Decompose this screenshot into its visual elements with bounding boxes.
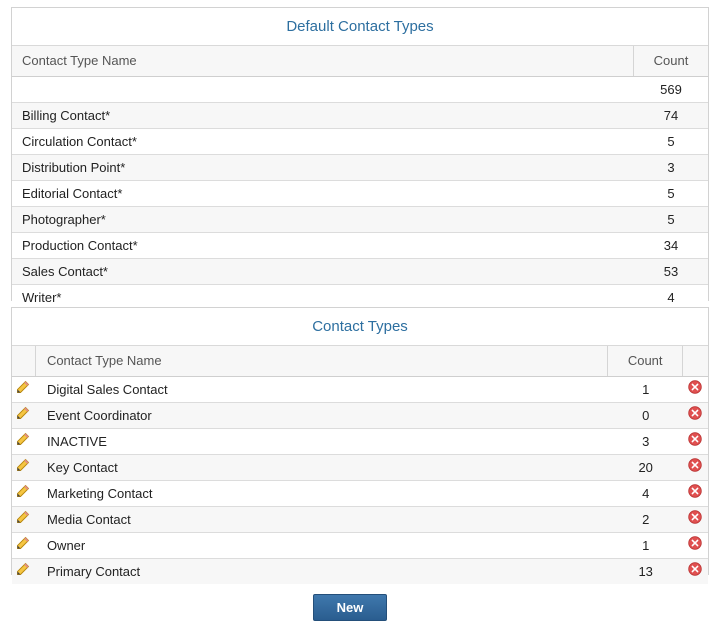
table-row: Billing Contact* 74 xyxy=(12,103,708,129)
delete-icon[interactable] xyxy=(688,562,702,576)
table-row: Event Coordinator 0 xyxy=(12,403,708,429)
contact-type-name: Primary Contact xyxy=(46,564,141,579)
delete-icon[interactable] xyxy=(688,406,702,420)
pencil-icon[interactable] xyxy=(16,562,30,576)
pencil-icon[interactable] xyxy=(16,406,30,420)
contact-type-count: 1 xyxy=(642,382,650,397)
delete-icon[interactable] xyxy=(688,536,702,550)
default-contact-types-panel: Default Contact Types Contact Type Name … xyxy=(11,7,709,310)
pencil-icon[interactable] xyxy=(16,432,30,446)
edit-button[interactable] xyxy=(12,507,36,532)
contact-type-count: 34 xyxy=(663,238,679,253)
contact-type-name: Production Contact* xyxy=(22,238,138,253)
contact-type-name: Editorial Contact* xyxy=(22,186,123,201)
header-contact-type-name[interactable]: Contact Type Name xyxy=(36,346,609,376)
contact-type-count: 1 xyxy=(642,538,650,553)
pencil-icon[interactable] xyxy=(16,536,30,550)
pencil-icon[interactable] xyxy=(16,484,30,498)
new-button[interactable]: New xyxy=(313,594,387,621)
header-contact-type-name[interactable]: Contact Type Name xyxy=(12,46,634,76)
table-row: Production Contact* 34 xyxy=(12,233,708,259)
contact-types-table-body: Digital Sales Contact 1 Event Coordinato… xyxy=(12,377,708,584)
contact-type-count: 53 xyxy=(663,264,679,279)
default-table-header: Contact Type Name Count xyxy=(12,46,708,77)
contact-type-count: 0 xyxy=(642,408,650,423)
delete-button[interactable] xyxy=(683,377,708,402)
edit-button[interactable] xyxy=(12,533,36,558)
delete-button[interactable] xyxy=(683,481,708,506)
pencil-icon[interactable] xyxy=(16,458,30,472)
table-row: Key Contact 20 xyxy=(12,455,708,481)
contact-type-count: 5 xyxy=(667,134,675,149)
table-row: INACTIVE 3 xyxy=(12,429,708,455)
contact-type-name: Owner xyxy=(46,538,86,553)
edit-button[interactable] xyxy=(12,481,36,506)
pencil-icon[interactable] xyxy=(16,510,30,524)
table-row: Media Contact 2 xyxy=(12,507,708,533)
delete-button[interactable] xyxy=(683,429,708,454)
contact-type-count: 3 xyxy=(667,160,675,175)
header-count[interactable]: Count xyxy=(634,46,708,76)
edit-button[interactable] xyxy=(12,455,36,480)
contact-type-count: 13 xyxy=(638,564,653,579)
contact-type-name: Digital Sales Contact xyxy=(46,382,168,397)
delete-icon[interactable] xyxy=(688,510,702,524)
header-edit-column xyxy=(12,346,36,376)
contact-type-name: Distribution Point* xyxy=(22,160,126,175)
table-row: Primary Contact 13 xyxy=(12,559,708,584)
delete-icon[interactable] xyxy=(688,380,702,394)
contact-type-name: Photographer* xyxy=(22,212,106,227)
contact-type-count: 4 xyxy=(642,486,650,501)
contact-type-count: 3 xyxy=(642,434,650,449)
pencil-icon[interactable] xyxy=(16,380,30,394)
header-delete-column xyxy=(683,346,708,376)
contact-type-count: 20 xyxy=(638,460,653,475)
table-row: Sales Contact* 53 xyxy=(12,259,708,285)
table-row: Photographer* 5 xyxy=(12,207,708,233)
contact-type-name xyxy=(12,77,634,102)
table-row: Owner 1 xyxy=(12,533,708,559)
edit-button[interactable] xyxy=(12,429,36,454)
delete-button[interactable] xyxy=(683,559,708,584)
contact-type-count: 74 xyxy=(663,108,679,123)
contact-type-count: 569 xyxy=(660,82,682,97)
delete-button[interactable] xyxy=(683,507,708,532)
delete-button[interactable] xyxy=(683,533,708,558)
contact-type-count: 5 xyxy=(667,212,675,227)
table-row: Distribution Point* 3 xyxy=(12,155,708,181)
contact-types-table-header: Contact Type Name Count xyxy=(12,346,708,377)
contact-type-name: INACTIVE xyxy=(46,434,107,449)
table-row: Circulation Contact* 5 xyxy=(12,129,708,155)
table-row: 569 xyxy=(12,77,708,103)
edit-button[interactable] xyxy=(12,403,36,428)
delete-icon[interactable] xyxy=(688,458,702,472)
contact-type-count: 2 xyxy=(642,512,650,527)
header-count[interactable]: Count xyxy=(608,346,684,376)
default-contact-types-title: Default Contact Types xyxy=(12,8,708,46)
contact-type-name: Sales Contact* xyxy=(22,264,108,279)
contact-type-name: Event Coordinator xyxy=(46,408,152,423)
contact-types-panel: Contact Types Contact Type Name Count Di… xyxy=(11,307,709,584)
edit-button[interactable] xyxy=(12,377,36,402)
contact-type-count: 5 xyxy=(667,186,675,201)
table-row: Editorial Contact* 5 xyxy=(12,181,708,207)
default-table-body: 569 Billing Contact* 74 Circulation Conta… xyxy=(12,77,708,310)
table-row: Digital Sales Contact 1 xyxy=(12,377,708,403)
contact-type-name: Media Contact xyxy=(46,512,131,527)
edit-button[interactable] xyxy=(12,559,36,584)
delete-button[interactable] xyxy=(683,455,708,480)
contact-type-name: Circulation Contact* xyxy=(22,134,137,149)
table-row: Marketing Contact 4 xyxy=(12,481,708,507)
contact-type-name: Billing Contact* xyxy=(22,108,111,123)
contact-type-name: Marketing Contact xyxy=(46,486,153,501)
contact-types-title: Contact Types xyxy=(12,308,708,346)
delete-button[interactable] xyxy=(683,403,708,428)
contact-type-name: Key Contact xyxy=(46,460,118,475)
delete-icon[interactable] xyxy=(688,484,702,498)
delete-icon[interactable] xyxy=(688,432,702,446)
